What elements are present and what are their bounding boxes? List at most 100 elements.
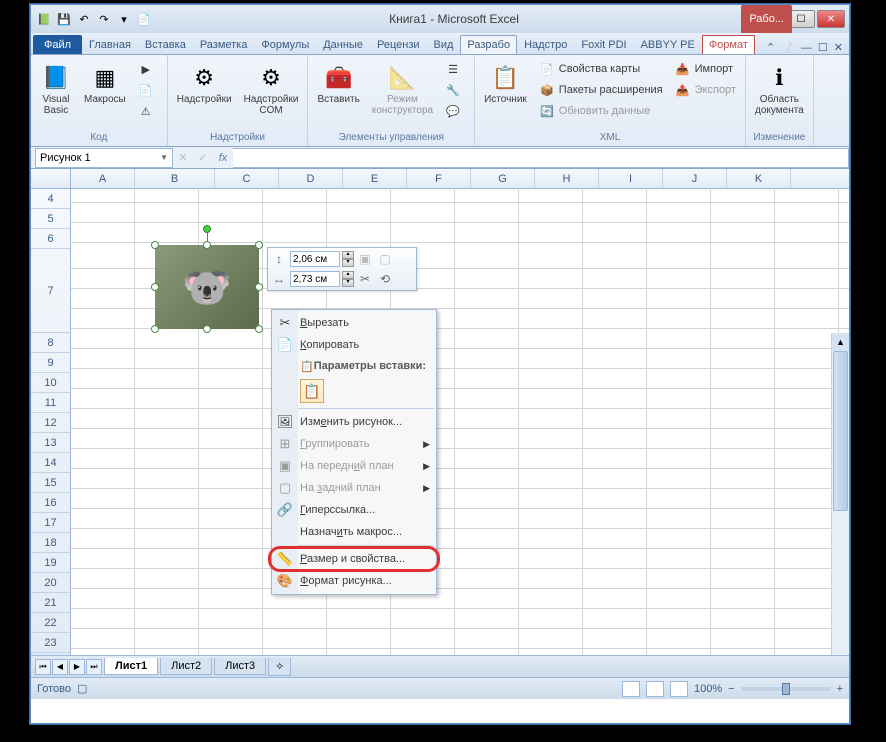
row-header-15[interactable]: 15 (31, 473, 70, 493)
tab-file[interactable]: Файл (33, 35, 82, 54)
menu-item-гиперссылка-[interactable]: 🔗Гиперссылка... (272, 499, 436, 521)
send-backward-icon[interactable]: ▢ (376, 250, 394, 268)
doc-close-icon[interactable]: ✕ (834, 41, 843, 54)
sheet-tab-3[interactable]: Лист3 (214, 658, 266, 675)
row-header-21[interactable]: 21 (31, 593, 70, 613)
undo-button[interactable]: ↶ (75, 10, 93, 28)
tab-данные[interactable]: Данные (316, 35, 370, 54)
col-header-B[interactable]: B (135, 169, 215, 188)
ribbon-small-🔧[interactable]: 🔧 (440, 80, 470, 100)
ribbon-btn-Visual-Basic[interactable]: 📘VisualBasic (35, 59, 77, 119)
new-sheet-button[interactable]: ✧ (268, 658, 291, 676)
name-box[interactable]: Рисунок 1 ▼ (35, 148, 173, 168)
redo-button[interactable]: ↷ (95, 10, 113, 28)
qat-extra-button[interactable]: 📄 (135, 10, 153, 28)
row-header-16[interactable]: 16 (31, 493, 70, 513)
row-header-7[interactable]: 7 (31, 249, 70, 333)
ribbon-minimize-icon[interactable]: ⌃ (766, 41, 775, 54)
inserted-picture[interactable]: 🐨 (155, 245, 259, 329)
tab-формулы[interactable]: Формулы (254, 35, 316, 54)
sheet-nav-prev[interactable]: ◀ (52, 659, 68, 675)
resize-handle-s[interactable] (203, 325, 211, 333)
view-normal-button[interactable] (622, 681, 640, 697)
ribbon-btn-Надстройки[interactable]: ⚙Надстройки (172, 59, 237, 108)
col-header-G[interactable]: G (471, 169, 535, 188)
col-header-C[interactable]: C (215, 169, 279, 188)
col-header-K[interactable]: K (727, 169, 791, 188)
resize-handle-sw[interactable] (151, 325, 159, 333)
ribbon-btn-Источник[interactable]: 📋Источник (479, 59, 532, 108)
ribbon-small-Свойства карты[interactable]: 📄Свойства карты (534, 59, 668, 79)
height-spinner[interactable]: ▴▾ (342, 251, 354, 267)
row-header-9[interactable]: 9 (31, 353, 70, 373)
rotate-icon[interactable]: ⟲ (376, 270, 394, 288)
tab-format[interactable]: Формат (702, 35, 755, 54)
resize-handle-w[interactable] (151, 283, 159, 291)
tab-главная[interactable]: Главная (82, 35, 138, 54)
tab-разметка[interactable]: Разметка (193, 35, 255, 54)
col-header-E[interactable]: E (343, 169, 407, 188)
width-input[interactable] (290, 271, 340, 287)
tab-рецензи[interactable]: Рецензи (370, 35, 427, 54)
row-header-13[interactable]: 13 (31, 433, 70, 453)
ribbon-btn-Область-документа[interactable]: ℹОбластьдокумента (750, 59, 809, 119)
row-header-12[interactable]: 12 (31, 413, 70, 433)
col-header-F[interactable]: F (407, 169, 471, 188)
col-header-H[interactable]: H (535, 169, 599, 188)
col-header-A[interactable]: A (71, 169, 135, 188)
sheet-nav-next[interactable]: ▶ (69, 659, 85, 675)
ribbon-small-☰[interactable]: ☰ (440, 59, 470, 79)
help-icon[interactable]: ❔ (781, 41, 795, 54)
row-header-22[interactable]: 22 (31, 613, 70, 633)
ribbon-right-Импорт[interactable]: 📥Импорт (670, 59, 741, 79)
menu-item-изменить-рисунок-[interactable]: 🖼Изменить рисунок... (272, 411, 436, 433)
row-header-5[interactable]: 5 (31, 209, 70, 229)
zoom-slider[interactable] (741, 687, 831, 691)
resize-handle-nw[interactable] (151, 241, 159, 249)
doc-restore-icon[interactable]: ☐ (818, 41, 828, 54)
crop-icon[interactable]: ✂ (356, 270, 374, 288)
col-header-J[interactable]: J (663, 169, 727, 188)
ribbon-btn-Надстройки-COM[interactable]: ⚙НадстройкиCOM (239, 59, 304, 119)
row-header-8[interactable]: 8 (31, 333, 70, 353)
resize-handle-ne[interactable] (255, 241, 263, 249)
row-header-20[interactable]: 20 (31, 573, 70, 593)
sheet-tab-active[interactable]: Лист1 (104, 658, 158, 675)
width-spinner[interactable]: ▴▾ (342, 271, 354, 287)
row-header-10[interactable]: 10 (31, 373, 70, 393)
sheet-tab-2[interactable]: Лист2 (160, 658, 212, 675)
scroll-thumb[interactable] (833, 351, 848, 511)
view-layout-button[interactable] (646, 681, 664, 697)
rotation-handle[interactable] (203, 225, 211, 233)
resize-handle-e[interactable] (255, 283, 263, 291)
row-header-19[interactable]: 19 (31, 553, 70, 573)
resize-handle-n[interactable] (203, 241, 211, 249)
close-button[interactable]: ✕ (817, 10, 845, 28)
zoom-value[interactable]: 100% (694, 683, 722, 695)
menu-item-размер-и-свойства-[interactable]: 📏Размер и свойства... (272, 548, 436, 570)
tab-foxit pdi[interactable]: Foxit PDI (574, 35, 633, 54)
ribbon-btn-Вставить[interactable]: 🧰Вставить (312, 59, 364, 108)
fx-icon[interactable]: fx (213, 152, 233, 164)
ribbon-small-▶[interactable]: ▶ (133, 59, 163, 79)
row-header-6[interactable]: 6 (31, 229, 70, 249)
ribbon-small-⚠[interactable]: ⚠ (133, 101, 163, 121)
tab-вставка[interactable]: Вставка (138, 35, 193, 54)
menu-item-копировать[interactable]: 📄Копировать (272, 334, 436, 356)
formula-input[interactable] (233, 148, 849, 168)
sheet-nav-first[interactable]: ⏮ (35, 659, 51, 675)
select-all-corner[interactable] (31, 169, 71, 188)
doc-minimize-icon[interactable]: — (801, 42, 812, 54)
zoom-thumb[interactable] (782, 683, 790, 695)
vertical-scrollbar[interactable]: ▲ ▼ (831, 333, 849, 655)
paste-option-button[interactable]: 📋 (300, 379, 324, 403)
save-button[interactable]: 💾 (55, 10, 73, 28)
row-header-14[interactable]: 14 (31, 453, 70, 473)
macro-record-icon[interactable]: ▢ (77, 682, 87, 695)
row-header-4[interactable]: 4 (31, 189, 70, 209)
row-header-18[interactable]: 18 (31, 533, 70, 553)
col-header-I[interactable]: I (599, 169, 663, 188)
ribbon-small-📄[interactable]: 📄 (133, 80, 163, 100)
cells-area[interactable]: 🐨 ↕ ▴▾ ▣ ▢ (71, 189, 849, 655)
zoom-in-button[interactable]: + (837, 683, 843, 695)
